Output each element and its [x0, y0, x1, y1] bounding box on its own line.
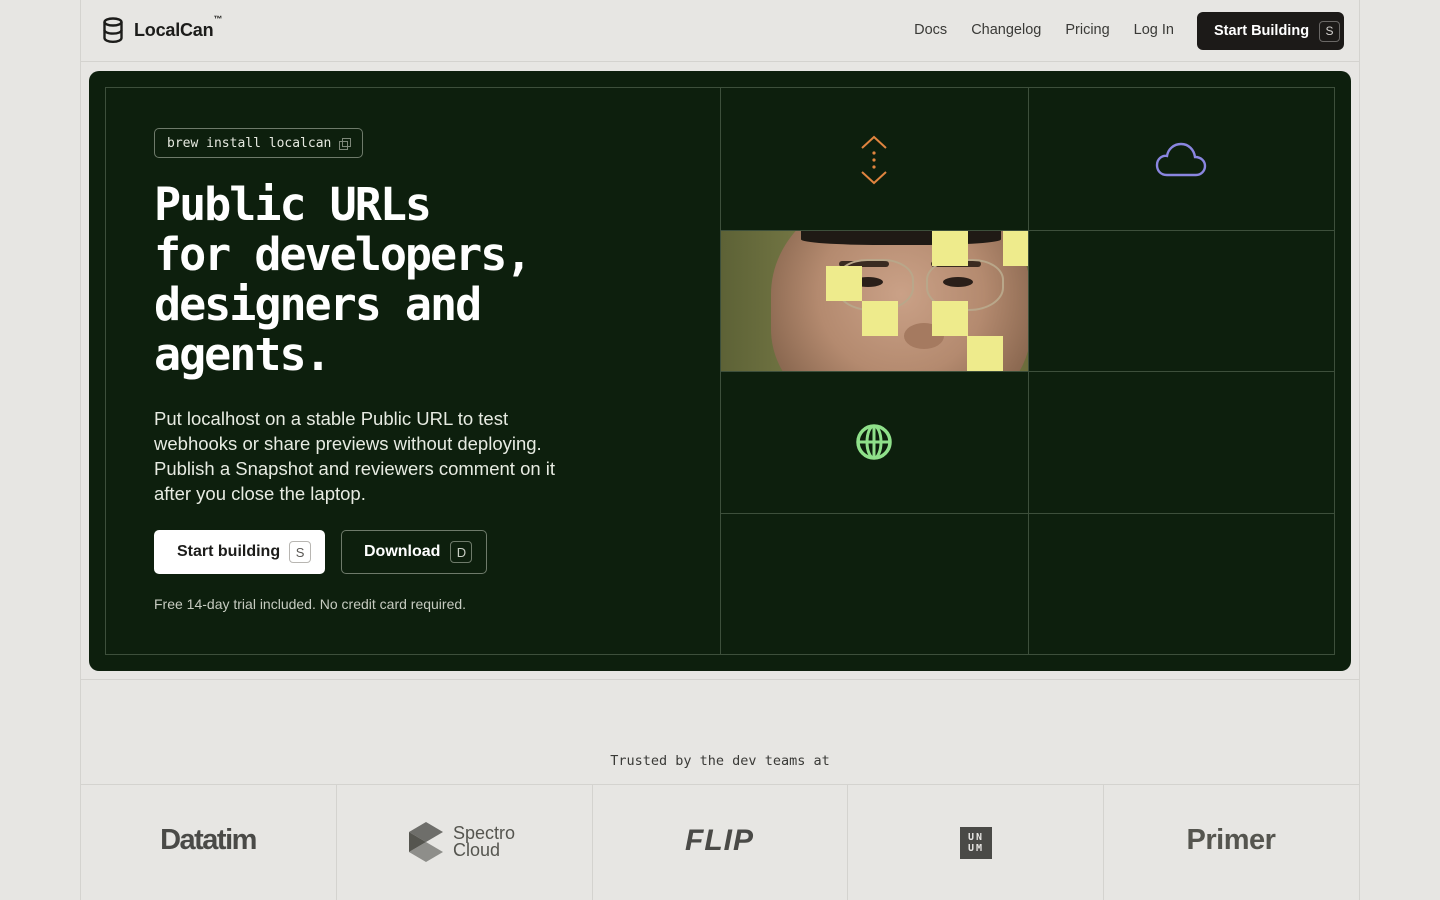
spectro-mark-icon	[409, 822, 443, 862]
start-building-label: Start building	[177, 543, 281, 560]
start-building-header-button[interactable]: Start Building S	[1197, 12, 1344, 50]
pixel-block	[967, 336, 1003, 371]
cloud-word: Cloud	[453, 840, 501, 860]
pixel-block	[932, 231, 968, 266]
start-building-header-label: Start Building	[1214, 23, 1310, 39]
hero-grid: brew install localcan Public URLs for de…	[105, 87, 1335, 655]
hero-section: brew install localcan Public URLs for de…	[89, 71, 1351, 671]
nav-login[interactable]: Log In	[1134, 22, 1174, 38]
grid-divider	[720, 513, 1334, 514]
spectro-cloud-logo: Spectro Cloud	[407, 820, 515, 864]
install-command-text: brew install localcan	[167, 135, 332, 151]
pixel-block	[1003, 231, 1028, 266]
brand-logo[interactable]: LocalCan™	[102, 13, 223, 44]
nav-docs[interactable]: Docs	[914, 22, 947, 38]
unum-bottom: UM	[967, 843, 985, 854]
unum-top: UN	[967, 832, 985, 843]
pixel-block	[826, 266, 862, 301]
expand-vertical-icon	[861, 135, 887, 185]
trial-note: Free 14-day trial included. No credit ca…	[154, 596, 467, 612]
logo-divider	[336, 784, 337, 900]
hero-subtext: Put localhost on a stable Public URL to …	[154, 408, 556, 504]
portrait-image	[721, 231, 1028, 371]
section-divider	[80, 679, 1360, 680]
trusted-title: Trusted by the dev teams at	[610, 753, 830, 769]
pixel-block	[932, 301, 968, 336]
globe-icon	[856, 424, 892, 460]
nav-changelog[interactable]: Changelog	[971, 22, 1041, 38]
logo-divider	[847, 784, 848, 900]
pixel-block	[862, 301, 898, 336]
start-building-button[interactable]: Start building S	[154, 530, 325, 574]
top-nav: Docs Changelog Pricing Log In	[914, 22, 1174, 38]
datatim-logo: Datatim	[160, 824, 257, 856]
database-icon	[103, 17, 123, 44]
cloud-icon	[1155, 142, 1207, 177]
download-button[interactable]: Download D	[341, 530, 487, 574]
hair-shape	[801, 231, 1001, 245]
unum-logo: UN UM	[960, 827, 992, 859]
shortcut-key: S	[289, 541, 312, 563]
flip-logo: FLIP	[685, 824, 754, 857]
grid-divider	[720, 371, 1334, 372]
shortcut-key: D	[450, 541, 473, 563]
nav-pricing[interactable]: Pricing	[1065, 22, 1109, 38]
section-divider	[80, 784, 1360, 785]
site-header: LocalCan™ Docs Changelog Pricing Log In …	[80, 0, 1360, 62]
brand-name: LocalCan™	[134, 13, 223, 40]
primer-logo: Primer	[1186, 824, 1276, 856]
hero-headline: Public URLs for developers, designers an…	[154, 178, 532, 381]
shortcut-key: S	[1319, 20, 1341, 42]
copy-icon[interactable]	[339, 137, 352, 150]
download-label: Download	[364, 543, 441, 560]
install-command[interactable]: brew install localcan	[154, 128, 364, 158]
